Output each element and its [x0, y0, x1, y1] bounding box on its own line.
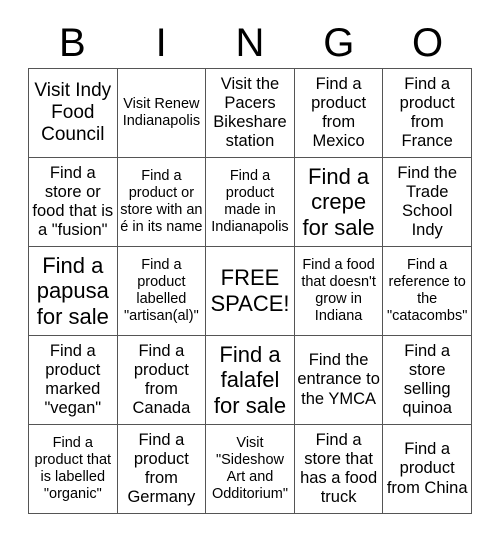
bingo-header-letters: B I N G O	[28, 18, 472, 68]
bingo-square[interactable]: Find a store or food that is a "fusion"	[29, 158, 118, 247]
bingo-square[interactable]: Find a product from France	[383, 69, 472, 158]
bingo-square[interactable]: Find a falafel for sale	[206, 336, 295, 425]
bingo-square-label: Find a store selling quinoa	[402, 341, 452, 418]
bingo-square-label: Find a product or store with an é in its…	[120, 168, 203, 235]
bingo-square-label: Visit Indy Food Council	[34, 79, 112, 146]
bingo-square[interactable]: Find a store that has a food truck	[294, 425, 384, 514]
bingo-square-label: Find a product that is labelled "organic…	[34, 435, 112, 502]
bingo-square-label: Find a store or food that is a "fusion"	[32, 163, 114, 240]
bingo-letter-i: I	[155, 21, 167, 65]
bingo-square[interactable]: Find a product marked "vegan"	[29, 336, 118, 425]
bingo-square-label: Find a crepe for sale	[302, 163, 375, 240]
bingo-square-label: Find a product from China	[386, 440, 468, 497]
bingo-square[interactable]: Find the entrance to the YMCA	[294, 336, 384, 425]
bingo-square-label: Find a product marked "vegan"	[44, 341, 102, 418]
bingo-square[interactable]: Find a food that doesn't grow in Indiana	[294, 247, 384, 336]
bingo-square[interactable]: Find a papusa for sale	[29, 247, 118, 336]
bingo-square-label: Find the Trade School Indy	[397, 163, 457, 240]
bingo-square-label: Find a product from France	[399, 74, 455, 151]
bingo-square[interactable]: Find a reference to the "catacombs"	[383, 247, 472, 336]
bingo-square[interactable]: Find a product labelled "artisan(al)"	[117, 247, 207, 336]
bingo-square-label: Find a product from Germany	[127, 430, 196, 507]
bingo-square[interactable]: FREE SPACE!	[206, 247, 295, 336]
bingo-letter-n: N	[235, 21, 265, 65]
bingo-square-label: Find the entrance to the YMCA	[297, 351, 380, 408]
bingo-square[interactable]: Visit the Pacers Bikeshare station	[206, 69, 295, 158]
bingo-square-label: Visit the Pacers Bikeshare station	[213, 74, 287, 151]
bingo-square[interactable]: Find the Trade School Indy	[383, 158, 472, 247]
bingo-square-label: Find a product made in Indianapolis	[211, 168, 289, 235]
bingo-square[interactable]: Find a product made in Indianapolis	[206, 158, 295, 247]
bingo-letter-o: O	[412, 21, 444, 65]
bingo-square[interactable]: Visit Renew Indianapolis	[117, 69, 207, 158]
bingo-square-label: Find a reference to the "catacombs"	[386, 257, 468, 324]
bingo-square-label: Find a store that has a food truck	[300, 430, 378, 507]
bingo-square[interactable]: Find a crepe for sale	[294, 158, 384, 247]
bingo-square[interactable]: Find a product from Mexico	[294, 69, 384, 158]
bingo-square[interactable]: Find a product from Germany	[117, 425, 207, 514]
bingo-square[interactable]: Find a product from China	[383, 425, 472, 514]
bingo-square-label: Find a papusa for sale	[36, 252, 109, 329]
bingo-card: B I N G O Visit Indy Food Council Visit R…	[0, 0, 500, 544]
bingo-square-label: Find a product from Mexico	[311, 74, 367, 151]
bingo-letter-g: G	[323, 21, 355, 65]
bingo-square-label: Find a falafel for sale	[213, 341, 287, 418]
bingo-square[interactable]: Find a product from Canada	[117, 336, 207, 425]
bingo-square[interactable]: Find a store selling quinoa	[383, 336, 472, 425]
bingo-square[interactable]: Find a product or store with an é in its…	[117, 158, 207, 247]
bingo-square[interactable]: Visit Indy Food Council	[29, 69, 118, 158]
bingo-square-label: FREE SPACE!	[210, 265, 290, 316]
bingo-square-label: Visit "Sideshow Art and Odditorium"	[211, 435, 289, 502]
bingo-square[interactable]: Find a product that is labelled "organic…	[29, 425, 118, 514]
bingo-letter-b: B	[59, 21, 86, 65]
bingo-square-label: Find a product from Canada	[132, 341, 191, 418]
bingo-square-label: Find a product labelled "artisan(al)"	[124, 257, 199, 324]
bingo-grid: Visit Indy Food Council Visit Renew India…	[28, 68, 472, 514]
bingo-square[interactable]: Visit "Sideshow Art and Odditorium"	[206, 425, 295, 514]
bingo-square-label: Find a food that doesn't grow in Indiana	[301, 257, 376, 324]
bingo-square-label: Visit Renew Indianapolis	[122, 96, 201, 129]
